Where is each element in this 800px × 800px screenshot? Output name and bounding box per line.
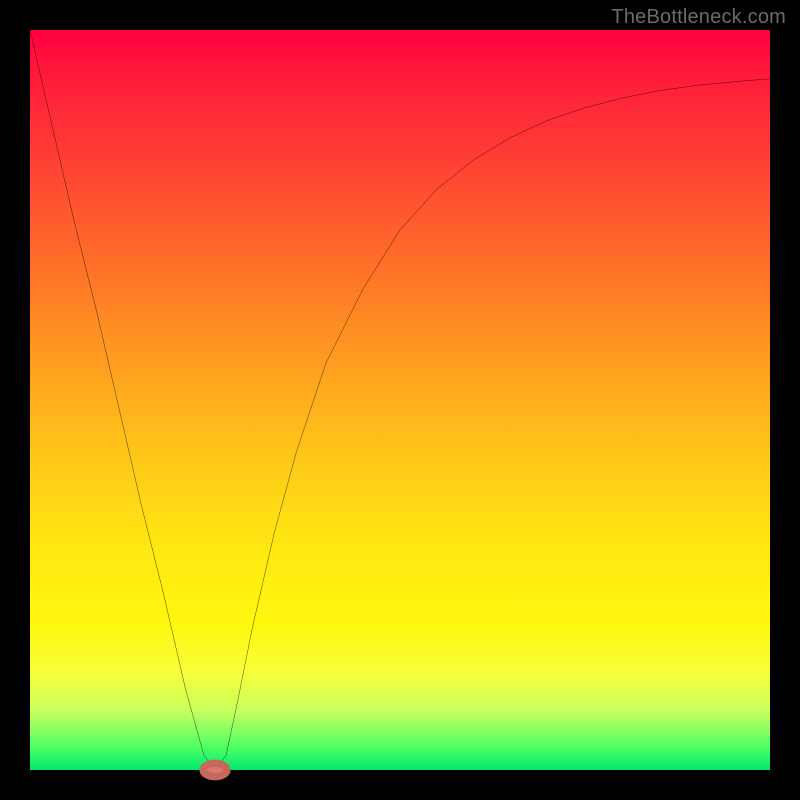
- chart-frame: TheBottleneck.com: [0, 0, 800, 800]
- watermark-text: TheBottleneck.com: [611, 6, 786, 29]
- dip-marker: [203, 763, 227, 776]
- plot-area: [30, 30, 770, 770]
- bottleneck-curve: [30, 30, 770, 770]
- curve-layer: [30, 30, 770, 770]
